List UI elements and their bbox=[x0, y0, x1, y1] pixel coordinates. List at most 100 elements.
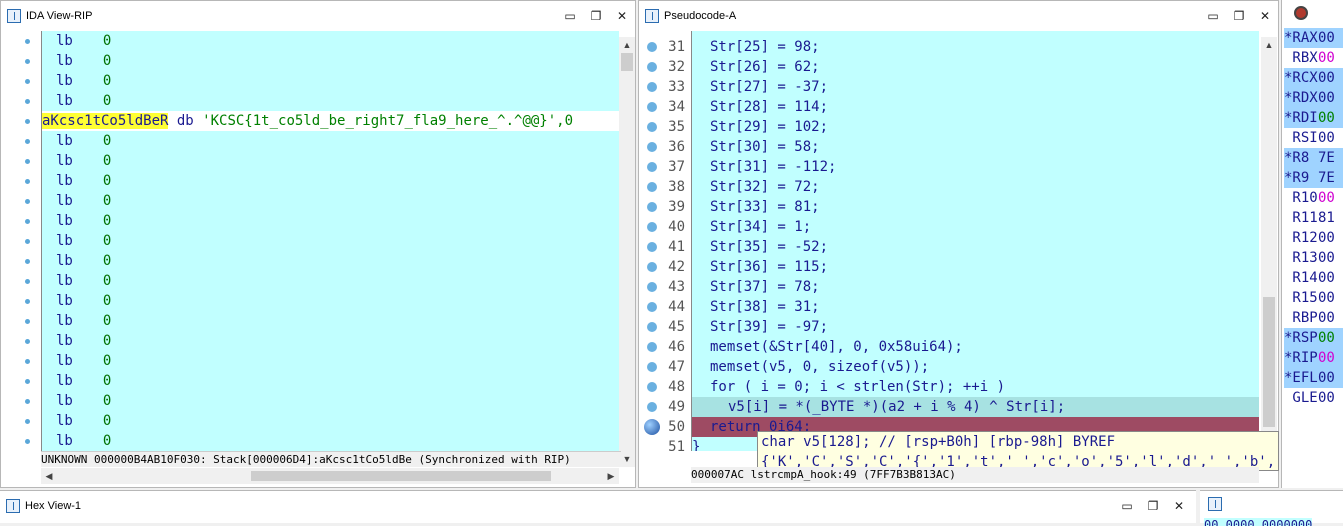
pseudocode-line[interactable]: Str[34] = 1; bbox=[692, 217, 1259, 237]
scroll-right-icon[interactable]: ▶ bbox=[603, 468, 619, 484]
register-rip[interactable]: *RIP00 bbox=[1284, 348, 1343, 368]
register-r9[interactable]: *R9 7E bbox=[1284, 168, 1343, 188]
pseudocode-scroll-thumb[interactable] bbox=[1263, 297, 1275, 427]
minimize-icon[interactable]: ▭ bbox=[563, 9, 577, 23]
ida-line[interactable]: lb 0 bbox=[56, 431, 111, 451]
ida-line[interactable]: lb 0 bbox=[56, 311, 111, 331]
register-r11[interactable]: R1181 bbox=[1284, 208, 1343, 228]
breakpoint-dot[interactable] bbox=[647, 142, 657, 152]
ida-line[interactable]: lb 0 bbox=[56, 331, 111, 351]
register-r13[interactable]: R1300 bbox=[1284, 248, 1343, 268]
breakpoint-dot[interactable] bbox=[647, 242, 657, 252]
ida-line[interactable]: lb 0 bbox=[56, 211, 111, 231]
breakpoint-dot[interactable] bbox=[647, 282, 657, 292]
pseudocode-line[interactable]: Str[36] = 115; bbox=[692, 257, 1259, 277]
ida-line[interactable]: lb 0 bbox=[56, 411, 111, 431]
ida-line[interactable]: lb 0 bbox=[56, 171, 111, 191]
register-rbx[interactable]: RBX00 bbox=[1284, 48, 1343, 68]
breakpoint-dot[interactable] bbox=[647, 182, 657, 192]
pseudocode-line[interactable]: Str[28] = 114; bbox=[692, 97, 1259, 117]
breakpoint-dot[interactable] bbox=[647, 202, 657, 212]
ida-line[interactable]: lb 0 bbox=[56, 151, 111, 171]
pseudocode-line[interactable]: Str[31] = -112; bbox=[692, 157, 1259, 177]
ida-line[interactable]: lb 0 bbox=[56, 351, 111, 371]
breakpoint-dot[interactable] bbox=[647, 62, 657, 72]
pseudocode-line[interactable]: Str[29] = 102; bbox=[692, 117, 1259, 137]
breakpoint-dot[interactable] bbox=[647, 382, 657, 392]
register-rsp[interactable]: *RSP00 bbox=[1284, 328, 1343, 348]
ida-hscroll-thumb[interactable] bbox=[251, 471, 551, 481]
close-icon[interactable]: ✕ bbox=[1258, 9, 1272, 23]
pseudocode-line[interactable]: Str[37] = 78; bbox=[692, 277, 1259, 297]
ida-line[interactable]: lb 0 bbox=[56, 131, 111, 151]
register-r8[interactable]: *R8 7E bbox=[1284, 148, 1343, 168]
breakpoint-dot[interactable] bbox=[647, 82, 657, 92]
scroll-up-icon[interactable]: ▲ bbox=[619, 37, 635, 53]
ida-line[interactable]: lb 0 bbox=[56, 71, 111, 91]
restore-icon[interactable]: ❐ bbox=[1232, 9, 1246, 23]
breakpoint-dot[interactable] bbox=[647, 362, 657, 372]
pseudocode-line[interactable]: v5[i] = *(_BYTE *)(a2 + i % 4) ^ Str[i]; bbox=[692, 397, 1259, 417]
breakpoint-dot[interactable] bbox=[647, 402, 657, 412]
close-icon[interactable]: ✕ bbox=[1172, 499, 1186, 513]
ida-horizontal-scrollbar[interactable]: ◀ ▶ bbox=[41, 468, 619, 484]
register-rdi[interactable]: *RDI00 bbox=[1284, 108, 1343, 128]
scroll-left-icon[interactable]: ◀ bbox=[41, 468, 57, 484]
pseudocode-line[interactable]: memset(v5, 0, sizeof(v5)); bbox=[692, 357, 1259, 377]
register-rdx[interactable]: *RDX00 bbox=[1284, 88, 1343, 108]
register-rsi[interactable]: RSI00 bbox=[1284, 128, 1343, 148]
register-r12[interactable]: R1200 bbox=[1284, 228, 1343, 248]
register-r14[interactable]: R1400 bbox=[1284, 268, 1343, 288]
minimize-icon[interactable]: ▭ bbox=[1206, 9, 1220, 23]
ida-line[interactable]: lb 0 bbox=[56, 91, 111, 111]
pseudocode-line[interactable]: Str[35] = -52; bbox=[692, 237, 1259, 257]
string-label[interactable]: aKcsc1tCo5ldBeR bbox=[42, 113, 169, 129]
pseudocode-line[interactable]: Str[25] = 98; bbox=[692, 37, 1259, 57]
register-gle[interactable]: GLE00 bbox=[1284, 388, 1343, 408]
scroll-up-icon[interactable]: ▲ bbox=[1261, 37, 1277, 53]
register-efl[interactable]: *EFL00 bbox=[1284, 368, 1343, 388]
pseudocode-line[interactable]: Str[38] = 31; bbox=[692, 297, 1259, 317]
pseudocode-line[interactable]: for ( i = 0; i < strlen(Str); ++i ) bbox=[692, 377, 1259, 397]
register-rbp[interactable]: RBP00 bbox=[1284, 308, 1343, 328]
register-rcx[interactable]: *RCX00 bbox=[1284, 68, 1343, 88]
pseudocode-line[interactable]: Str[27] = -37; bbox=[692, 77, 1259, 97]
breakpoint-dot[interactable] bbox=[647, 262, 657, 272]
ida-line[interactable]: lb 0 bbox=[56, 391, 111, 411]
register-rax[interactable]: *RAX00 bbox=[1284, 28, 1343, 48]
pseudocode-line[interactable]: Str[26] = 62; bbox=[692, 57, 1259, 77]
pseudocode-line[interactable]: Str[33] = 81; bbox=[692, 197, 1259, 217]
minimize-icon[interactable]: ▭ bbox=[1120, 499, 1134, 513]
breakpoint-dot[interactable] bbox=[647, 342, 657, 352]
pseudocode-line[interactable]: memset(&Str[40], 0, 0x58ui64); bbox=[692, 337, 1259, 357]
scroll-down-icon[interactable]: ▼ bbox=[619, 451, 635, 467]
pseudocode-line[interactable]: Str[32] = 72; bbox=[692, 177, 1259, 197]
restore-icon[interactable]: ❐ bbox=[1146, 499, 1160, 513]
breakpoint-dot[interactable] bbox=[647, 302, 657, 312]
register-r15[interactable]: R1500 bbox=[1284, 288, 1343, 308]
ida-line[interactable]: lb 0 bbox=[56, 291, 111, 311]
pseudocode-line[interactable]: Str[30] = 58; bbox=[692, 137, 1259, 157]
ida-code-area[interactable]: lb 0 lb 0 lb 0 lb 0 aKcsc1tCo5ldBeR db 'KCSC{1t_… bbox=[41, 31, 619, 451]
breakpoint-dot[interactable] bbox=[647, 222, 657, 232]
ida-line[interactable]: lb 0 bbox=[56, 231, 111, 251]
breakpoint-dot[interactable] bbox=[647, 102, 657, 112]
ida-line[interactable]: lb 0 bbox=[56, 191, 111, 211]
close-icon[interactable]: ✕ bbox=[615, 9, 629, 23]
restore-icon[interactable]: ❐ bbox=[589, 9, 603, 23]
pseudocode-vertical-scrollbar[interactable]: ▲ bbox=[1261, 37, 1277, 467]
bug-icon[interactable] bbox=[1294, 6, 1308, 20]
pseudocode-line[interactable]: Str[39] = -97; bbox=[692, 317, 1259, 337]
breakpoint-dot[interactable] bbox=[647, 122, 657, 132]
breakpoint-dot[interactable] bbox=[647, 162, 657, 172]
ida-line[interactable]: lb 0 bbox=[56, 31, 111, 51]
ida-line[interactable]: lb 0 bbox=[56, 371, 111, 391]
ida-line[interactable]: lb 0 bbox=[56, 51, 111, 71]
ida-line[interactable]: aKcsc1tCo5ldBeR db 'KCSC{1t_co5ld_be_rig… bbox=[42, 111, 619, 131]
ida-scroll-thumb[interactable] bbox=[621, 53, 633, 71]
register-r10[interactable]: R1000 bbox=[1284, 188, 1343, 208]
breakpoint-dot[interactable] bbox=[647, 322, 657, 332]
breakpoint-dot[interactable] bbox=[647, 42, 657, 52]
ida-vertical-scrollbar[interactable]: ▲ ▼ bbox=[619, 37, 635, 467]
pseudocode-code-area[interactable]: Str[25] = 98; Str[26] = 62; Str[27] = -37;… bbox=[691, 31, 1259, 451]
